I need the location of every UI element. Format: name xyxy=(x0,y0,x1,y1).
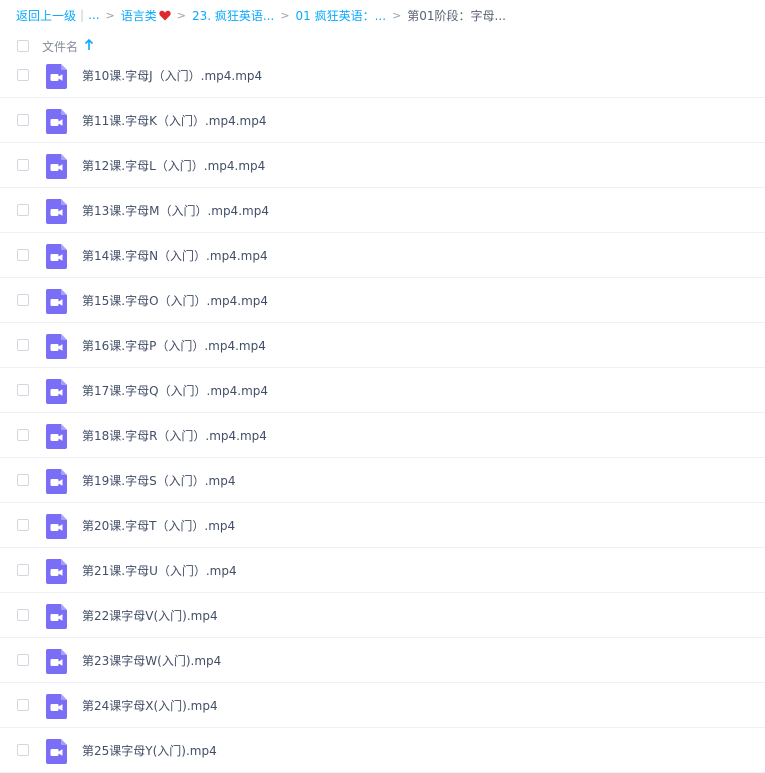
row-checkbox[interactable] xyxy=(17,429,29,441)
video-file-icon[interactable] xyxy=(46,64,67,89)
file-row[interactable]: 第14课.字母N（入门）.mp4.mp4 xyxy=(0,233,765,278)
row-checkbox[interactable] xyxy=(17,564,29,576)
file-name[interactable]: 第14课.字母N（入门）.mp4.mp4 xyxy=(82,247,268,264)
file-name[interactable]: 第12课.字母L（入门）.mp4.mp4 xyxy=(82,157,265,174)
breadcrumb-level3-link[interactable]: 01 疯狂英语：... xyxy=(296,7,387,24)
video-file-icon[interactable] xyxy=(46,559,67,584)
row-checkbox[interactable] xyxy=(17,654,29,666)
file-list: 第10课.字母J（入门）.mp4.mp4 第11课.字母K（入门）.mp4.mp4… xyxy=(0,53,765,773)
video-file-icon[interactable] xyxy=(46,514,67,539)
file-name[interactable]: 第22课字母V(入门).mp4 xyxy=(82,607,218,624)
row-checkbox[interactable] xyxy=(17,474,29,486)
row-checkbox[interactable] xyxy=(17,249,29,261)
breadcrumb-ellipsis-link[interactable]: ... xyxy=(88,8,99,22)
breadcrumb-back-link[interactable]: 返回上一级 xyxy=(16,7,76,24)
row-checkbox[interactable] xyxy=(17,159,29,171)
file-name[interactable]: 第13课.字母M（入门）.mp4.mp4 xyxy=(82,202,269,219)
file-name[interactable]: 第21课.字母U（入门）.mp4 xyxy=(82,562,237,579)
file-name[interactable]: 第20课.字母T（入门）.mp4 xyxy=(82,517,235,534)
row-checkbox[interactable] xyxy=(17,114,29,126)
file-name[interactable]: 第17课.字母Q（入门）.mp4.mp4 xyxy=(82,382,268,399)
file-name[interactable]: 第10课.字母J（入门）.mp4.mp4 xyxy=(82,67,262,84)
file-row[interactable]: 第10课.字母J（入门）.mp4.mp4 xyxy=(0,53,765,98)
row-checkbox[interactable] xyxy=(17,744,29,756)
file-row[interactable]: 第18课.字母R（入门）.mp4.mp4 xyxy=(0,413,765,458)
breadcrumb-level1-label: 语言类 xyxy=(120,8,157,23)
select-all-checkbox[interactable] xyxy=(17,40,29,52)
file-row[interactable]: 第15课.字母O（入门）.mp4.mp4 xyxy=(0,278,765,323)
video-file-icon[interactable] xyxy=(46,379,67,404)
breadcrumb-divider: | xyxy=(80,8,85,22)
file-row[interactable]: 第24课字母X(入门).mp4 xyxy=(0,683,765,728)
video-file-icon[interactable] xyxy=(46,649,67,674)
video-file-icon[interactable] xyxy=(46,469,67,494)
video-file-icon[interactable] xyxy=(46,739,67,764)
file-row[interactable]: 第20课.字母T（入门）.mp4 xyxy=(0,503,765,548)
video-file-icon[interactable] xyxy=(46,334,67,359)
file-name[interactable]: 第19课.字母S（入门）.mp4 xyxy=(82,472,235,489)
row-checkbox[interactable] xyxy=(17,519,29,531)
file-row[interactable]: 第13课.字母M（入门）.mp4.mp4 xyxy=(0,188,765,233)
row-checkbox[interactable] xyxy=(17,339,29,351)
file-row[interactable]: 第21课.字母U（入门）.mp4 xyxy=(0,548,765,593)
sort-ascending-icon[interactable] xyxy=(84,39,94,51)
file-row[interactable]: 第19课.字母S（入门）.mp4 xyxy=(0,458,765,503)
file-name[interactable]: 第23课字母W(入门).mp4 xyxy=(82,652,221,669)
chevron-right-icon: > xyxy=(176,8,186,22)
row-checkbox[interactable] xyxy=(17,609,29,621)
breadcrumb: 返回上一级 | ... > 语言类 > 23. 疯狂英语... > 01 疯狂英… xyxy=(16,0,506,30)
heart-icon xyxy=(159,10,171,20)
video-file-icon[interactable] xyxy=(46,244,67,269)
file-row[interactable]: 第23课字母W(入门).mp4 xyxy=(0,638,765,683)
file-name[interactable]: 第24课字母X(入门).mp4 xyxy=(82,697,218,714)
file-row[interactable]: 第25课字母Y(入门).mp4 xyxy=(0,728,765,773)
file-name[interactable]: 第16课.字母P（入门）.mp4.mp4 xyxy=(82,337,266,354)
breadcrumb-current: 第01阶段：字母... xyxy=(407,8,506,23)
row-checkbox[interactable] xyxy=(17,294,29,306)
video-file-icon[interactable] xyxy=(46,604,67,629)
breadcrumb-level1-link[interactable]: 语言类 xyxy=(121,7,171,24)
file-row[interactable]: 第22课字母V(入门).mp4 xyxy=(0,593,765,638)
file-row[interactable]: 第16课.字母P（入门）.mp4.mp4 xyxy=(0,323,765,368)
row-checkbox[interactable] xyxy=(17,69,29,81)
video-file-icon[interactable] xyxy=(46,424,67,449)
file-row[interactable]: 第11课.字母K（入门）.mp4.mp4 xyxy=(0,98,765,143)
row-checkbox[interactable] xyxy=(17,699,29,711)
chevron-right-icon: > xyxy=(105,8,115,22)
file-row[interactable]: 第12课.字母L（入门）.mp4.mp4 xyxy=(0,143,765,188)
file-name[interactable]: 第25课字母Y(入门).mp4 xyxy=(82,742,217,759)
video-file-icon[interactable] xyxy=(46,154,67,179)
row-checkbox[interactable] xyxy=(17,204,29,216)
chevron-right-icon: > xyxy=(280,8,290,22)
video-file-icon[interactable] xyxy=(46,289,67,314)
file-row[interactable]: 第17课.字母Q（入门）.mp4.mp4 xyxy=(0,368,765,413)
video-file-icon[interactable] xyxy=(46,199,67,224)
video-file-icon[interactable] xyxy=(46,694,67,719)
file-name[interactable]: 第18课.字母R（入门）.mp4.mp4 xyxy=(82,427,267,444)
breadcrumb-level2-link[interactable]: 23. 疯狂英语... xyxy=(192,7,274,24)
file-name[interactable]: 第15课.字母O（入门）.mp4.mp4 xyxy=(82,292,268,309)
chevron-right-icon: > xyxy=(392,8,402,22)
row-checkbox[interactable] xyxy=(17,384,29,396)
file-name[interactable]: 第11课.字母K（入门）.mp4.mp4 xyxy=(82,112,266,129)
video-file-icon[interactable] xyxy=(46,109,67,134)
